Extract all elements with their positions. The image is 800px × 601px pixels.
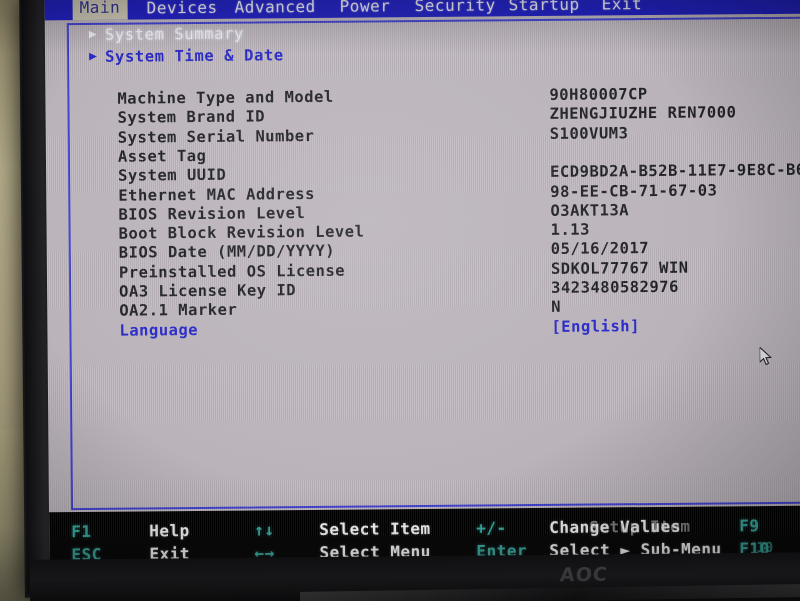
info-label: System Serial Number <box>117 126 315 147</box>
info-value: ECD9BD2A-B52B-11E7-9E8C-B6ADA <box>550 160 800 182</box>
menu-tab-startup[interactable]: Startup <box>502 0 587 16</box>
info-label: Asset Tag <box>117 146 207 166</box>
triangle-right-icon: ▶ <box>88 26 97 42</box>
help-key: F9 <box>739 516 760 536</box>
info-label: OA2.1 Marker <box>119 300 238 320</box>
info-value: 3423480582976 <box>551 277 679 297</box>
info-value[interactable]: [English] <box>551 317 640 336</box>
help-key: ↑↓ <box>254 520 275 540</box>
submenu-item-label: System Time & Date <box>104 46 284 66</box>
info-label: System UUID <box>118 165 227 185</box>
info-value: SDKOL77767 WIN <box>550 258 689 278</box>
monitor-brand-logo: AOC <box>558 563 609 587</box>
submenu-item-system-summary[interactable]: ▶ System Summary <box>88 24 244 48</box>
info-value: S100VUM3 <box>549 123 629 143</box>
mouse-cursor-icon <box>759 345 774 367</box>
help-key: F1 <box>71 521 92 542</box>
menu-tab-exit[interactable]: Exit <box>595 0 650 16</box>
menu-tab-devices[interactable]: Devices <box>140 0 225 19</box>
help-description: Help <box>149 521 190 541</box>
info-label: Machine Type and Model <box>117 87 334 108</box>
info-value: 05/16/2017 <box>550 239 650 259</box>
info-label: BIOS Date (MM/DD/YYYY) <box>118 242 336 263</box>
bios-screen: BIOS Setup Utility MainDevicesAdvancedPo… <box>44 0 800 570</box>
info-label: Language <box>119 320 199 340</box>
ghost-text-setup-item: Setup Item <box>589 516 691 537</box>
help-description: Select Item <box>319 518 431 539</box>
info-label: OA3 License Key ID <box>119 281 297 301</box>
submenu-item-system-time-date[interactable]: ▶ System Time & Date <box>88 46 284 70</box>
info-value: 90H80007CP <box>549 85 648 104</box>
photograph-of-monitor: BIOS Setup Utility MainDevicesAdvancedPo… <box>0 0 800 601</box>
info-row[interactable]: Language [English] <box>47 317 800 343</box>
info-label: System Brand ID <box>117 107 266 127</box>
info-value: N <box>551 298 562 317</box>
info-value: 98-EE-CB-71-67-03 <box>550 180 718 201</box>
info-value: ZHENGJIUZHE REN7000 <box>549 103 737 124</box>
info-label: Preinstalled OS License <box>118 261 346 282</box>
menu-tab-power[interactable]: Power <box>333 0 398 18</box>
menu-tab-main[interactable]: Main <box>72 0 128 21</box>
help-key: +/- <box>476 518 507 538</box>
info-value: 1.13 <box>550 220 590 240</box>
submenu-item-label: System Summary <box>104 24 244 44</box>
menu-tab-advanced[interactable]: Advanced <box>228 0 323 19</box>
menu-tab-security[interactable]: Security <box>408 0 503 17</box>
info-value: O3AKT13A <box>550 201 630 220</box>
info-label: BIOS Revision Level <box>118 203 306 224</box>
main-content: ▶ System Summary ▶ System Time & Date Machi… <box>45 14 800 512</box>
triangle-right-icon: ▶ <box>88 48 97 64</box>
info-label: Ethernet MAC Address <box>118 184 315 205</box>
info-label: Boot Block Revision Level <box>118 222 365 243</box>
